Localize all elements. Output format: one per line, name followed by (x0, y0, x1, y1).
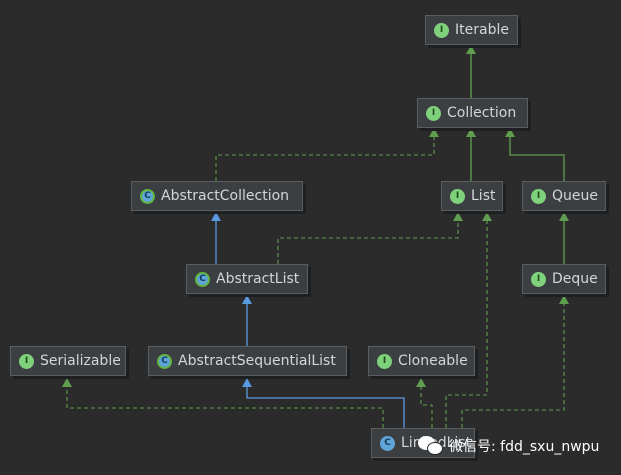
watermark-text: 微信号: fdd_sxu_nwpu (449, 439, 600, 455)
node-deque[interactable]: I Deque (522, 264, 606, 294)
arrow-list-right (482, 212, 492, 221)
interface-icon: I (377, 353, 392, 369)
node-collection[interactable]: I Collection (417, 98, 528, 128)
node-label: AbstractCollection (161, 188, 290, 204)
arrow-collection-left (429, 128, 439, 137)
node-label: AbstractList (216, 271, 300, 287)
interface-icon: I (450, 188, 465, 204)
node-label: Iterable (455, 22, 509, 38)
arrow-iterable (466, 45, 476, 54)
watermark: 微信号: fdd_sxu_nwpu (418, 432, 599, 460)
edge-linkedlist-deque (461, 295, 565, 428)
node-abstract-sequential-list[interactable]: C AbstractSequentialList (148, 346, 347, 376)
interface-icon: I (531, 271, 546, 287)
node-abstract-list[interactable]: C AbstractList (186, 264, 308, 294)
arrow-collection-right (505, 128, 515, 137)
edge-abstractlist-list (277, 212, 459, 264)
interface-icon: I (531, 188, 546, 204)
abstract-class-icon: C (157, 353, 172, 369)
node-label: List (471, 188, 496, 204)
edge-layer (62, 45, 569, 428)
node-serializable[interactable]: I Serializable (10, 346, 126, 376)
node-iterable[interactable]: I Iterable (425, 15, 518, 45)
node-queue[interactable]: I Queue (522, 181, 606, 211)
arrow-abstractsequentiallist (242, 378, 252, 387)
interface-icon: I (434, 22, 449, 38)
node-label: AbstractSequentialList (178, 353, 336, 369)
node-label: Collection (447, 105, 517, 121)
arrow-collection-center (466, 128, 476, 137)
node-cloneable[interactable]: I Cloneable (368, 346, 475, 376)
edge-linkedlist-list (445, 212, 488, 428)
edge-queue-collection (509, 128, 565, 181)
arrow-abstractcollection (211, 212, 221, 221)
edge-linkedlist-serializable (66, 378, 384, 428)
arrow-cloneable (416, 378, 426, 387)
class-icon: C (380, 435, 395, 451)
arrow-list-left (453, 212, 463, 221)
edge-linkedlist-abstractsequentiallist (246, 378, 405, 428)
node-label: Queue (552, 188, 598, 204)
node-list[interactable]: I List (441, 181, 503, 211)
node-label: Deque (552, 271, 598, 287)
arrow-deque (559, 295, 569, 304)
arrow-serializable (62, 378, 72, 387)
interface-icon: I (426, 105, 441, 121)
interface-icon: I (19, 353, 34, 369)
wechat-icon (418, 436, 444, 456)
node-label: Serializable (40, 353, 121, 369)
arrow-abstractlist (242, 295, 252, 304)
abstract-class-icon: C (140, 188, 155, 204)
abstract-class-icon: C (195, 271, 210, 287)
node-abstract-collection[interactable]: C AbstractCollection (131, 181, 303, 211)
edge-abstractcollection-collection (215, 128, 435, 181)
arrow-queue (559, 212, 569, 221)
class-diagram: I Iterable I Collection C AbstractCollec… (0, 0, 621, 475)
node-label: Cloneable (398, 353, 468, 369)
